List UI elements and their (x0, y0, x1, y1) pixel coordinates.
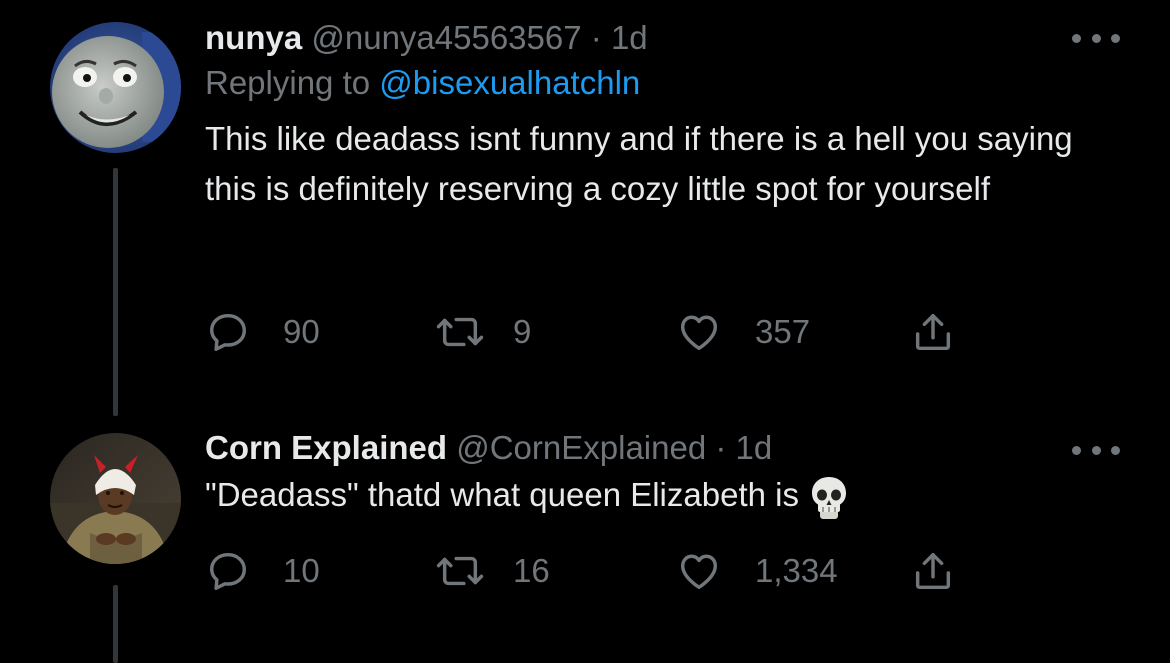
reply-icon (209, 313, 247, 351)
replying-to-line: Replying to @bisexualhatchln (205, 60, 1130, 106)
thread-line (113, 585, 118, 663)
like-count: 1,334 (755, 552, 838, 589)
timestamp[interactable]: 1d (611, 19, 648, 56)
like-icon (680, 554, 718, 590)
tweet-content: Corn Explained @CornExplained · 1d "Dead… (205, 426, 1130, 520)
tweet-text: This like deadass isnt funny and if ther… (205, 120, 1073, 207)
retweet-button[interactable]: 16 (435, 546, 550, 596)
like-button[interactable]: 1,334 (675, 546, 838, 596)
share-button[interactable] (910, 307, 956, 357)
user-handle[interactable]: @nunya45563567 (311, 19, 581, 56)
timestamp[interactable]: 1d (736, 429, 773, 466)
reply-button[interactable]: 10 (205, 546, 320, 596)
person-with-devil-hat-avatar (50, 433, 181, 564)
skull-emoji (811, 477, 846, 520)
like-button[interactable]: 357 (675, 307, 810, 357)
share-icon (915, 552, 951, 590)
tweet-header: Corn Explained @CornExplained · 1d (205, 426, 1130, 470)
avatar[interactable] (50, 22, 181, 153)
reply-button[interactable]: 90 (205, 307, 320, 357)
more-icon[interactable] (1072, 440, 1120, 460)
train-face-avatar (50, 22, 181, 153)
separator-dot: · (706, 429, 736, 466)
display-name[interactable]: nunya (205, 19, 302, 56)
more-icon[interactable] (1072, 28, 1120, 48)
retweet-count: 16 (513, 552, 550, 589)
replying-to-mention[interactable]: @bisexualhatchln (379, 64, 640, 101)
retweet-icon (436, 317, 484, 347)
tweet-actions: 10 16 1,334 (205, 546, 1005, 596)
like-icon (680, 315, 718, 351)
tweet[interactable]: nunya @nunya45563567 · 1d Replying to @b… (0, 0, 1170, 416)
tweet[interactable]: Corn Explained @CornExplained · 1d "Dead… (0, 400, 1170, 663)
retweet-button[interactable]: 9 (435, 307, 531, 357)
share-button[interactable] (910, 546, 956, 596)
like-count: 357 (755, 313, 811, 350)
tweet-content: nunya @nunya45563567 · 1d Replying to @b… (205, 16, 1130, 214)
replying-to-label: Replying to (205, 64, 371, 101)
tweet-text-line: "Deadass" thatd what queen Elizabeth is (205, 470, 1130, 520)
user-handle[interactable]: @CornExplained (456, 429, 706, 466)
retweet-icon (436, 556, 484, 586)
share-icon (915, 313, 951, 351)
thread-line (113, 168, 118, 416)
reply-count: 90 (283, 313, 320, 350)
reply-icon (209, 552, 247, 590)
tweet-text: "Deadass" thatd what queen Elizabeth is (205, 476, 799, 513)
tweet-actions: 90 9 357 (205, 307, 1005, 357)
reply-count: 10 (283, 552, 320, 589)
separator-dot: · (581, 19, 611, 56)
tweet-header: nunya @nunya45563567 · 1d (205, 16, 1130, 60)
retweet-count: 9 (513, 313, 532, 350)
display-name[interactable]: Corn Explained (205, 429, 447, 466)
avatar[interactable] (50, 433, 181, 564)
